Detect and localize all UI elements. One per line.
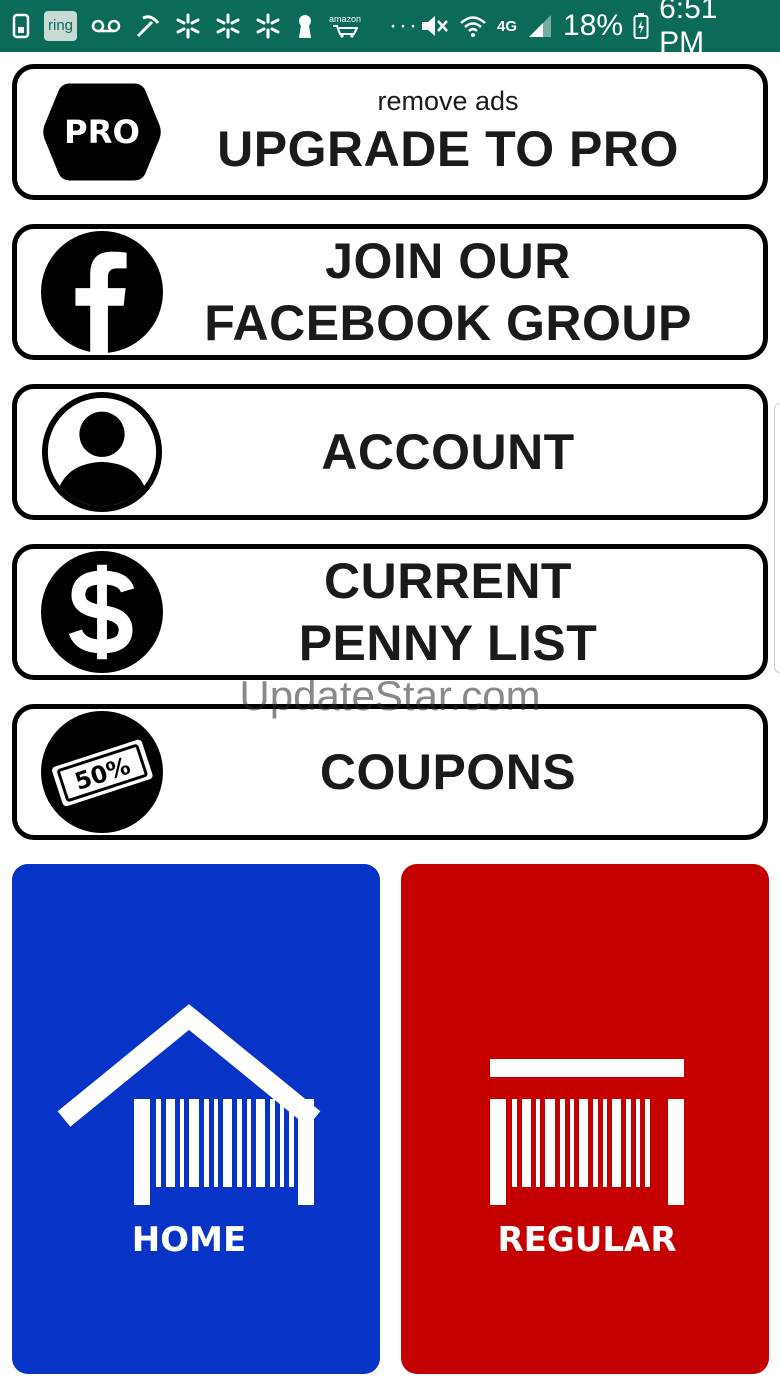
scroll-indicator	[774, 403, 780, 673]
upgrade-text: remove ads UPGRADE TO PRO	[163, 84, 763, 180]
home-barcode-icon: HOME	[57, 1004, 321, 1260]
current-penny-list-button[interactable]: CURRENT PENNY LIST	[12, 544, 768, 680]
status-bar-notifications: ring amazon ···	[12, 11, 419, 41]
penny-list-text: CURRENT PENNY LIST	[163, 550, 763, 674]
coupon-tag-icon: 50%	[41, 711, 163, 833]
current-label: CURRENT	[324, 553, 572, 609]
coupons-button[interactable]: 50% COUPONS	[12, 704, 768, 840]
penny-list-label: PENNY LIST	[298, 615, 598, 671]
keyhole-icon	[295, 11, 315, 41]
amazon-label: amazon	[329, 14, 362, 24]
facebook-icon	[41, 231, 163, 353]
voicemail-icon	[91, 11, 121, 41]
user-avatar-icon	[41, 391, 163, 513]
regular-barcode-icon: REGULAR	[490, 1059, 684, 1260]
battery-charging-icon	[633, 11, 649, 41]
mute-icon	[419, 11, 449, 41]
join-facebook-group-button[interactable]: JOIN OUR FACEBOOK GROUP	[12, 224, 768, 360]
ring-app-icon: ring	[44, 11, 78, 41]
account-label: ACCOUNT	[321, 424, 575, 480]
regular-label: REGULAR	[497, 1220, 676, 1260]
walmart-spark-icon	[215, 11, 241, 41]
status-bar-system: 4G 18% 6:51 PM	[419, 0, 768, 60]
dollar-sign-icon	[41, 551, 163, 673]
clock: 6:51 PM	[659, 0, 718, 59]
home-label: HOME	[132, 1220, 246, 1260]
walmart-spark-icon	[175, 11, 201, 41]
facebook-group-label: FACEBOOK GROUP	[204, 295, 692, 351]
status-bar: ring amazon ··· 4G 18% 6:51 PM	[0, 0, 780, 59]
walmart-spark-icon	[255, 11, 281, 41]
upgrade-to-pro-button[interactable]: PRO remove ads UPGRADE TO PRO	[12, 64, 768, 200]
home-scan-button[interactable]: HOME	[12, 864, 380, 1374]
account-text: ACCOUNT	[163, 421, 763, 483]
remove-ads-label: remove ads	[377, 86, 519, 116]
signal-icon	[527, 11, 553, 41]
wifi-icon	[459, 11, 487, 41]
account-button[interactable]: ACCOUNT	[12, 384, 768, 520]
network-type-label: 4G	[497, 17, 518, 35]
upgrade-to-pro-label: UPGRADE TO PRO	[217, 121, 679, 177]
facebook-text: JOIN OUR FACEBOOK GROUP	[163, 230, 763, 354]
sim-notification-icon	[12, 11, 30, 41]
pickaxe-icon	[135, 11, 161, 41]
coupons-text: COUPONS	[163, 741, 763, 803]
battery-percent: 18%	[563, 9, 624, 42]
pro-badge-icon: PRO	[41, 71, 163, 193]
more-notifications-icon: ···	[389, 12, 420, 39]
regular-scan-button[interactable]: REGULAR	[401, 864, 769, 1374]
pro-badge-text: PRO	[64, 113, 140, 151]
amazon-cart-icon: amazon	[329, 11, 361, 41]
coupons-label: COUPONS	[319, 744, 577, 800]
join-our-label: JOIN OUR	[325, 233, 571, 289]
